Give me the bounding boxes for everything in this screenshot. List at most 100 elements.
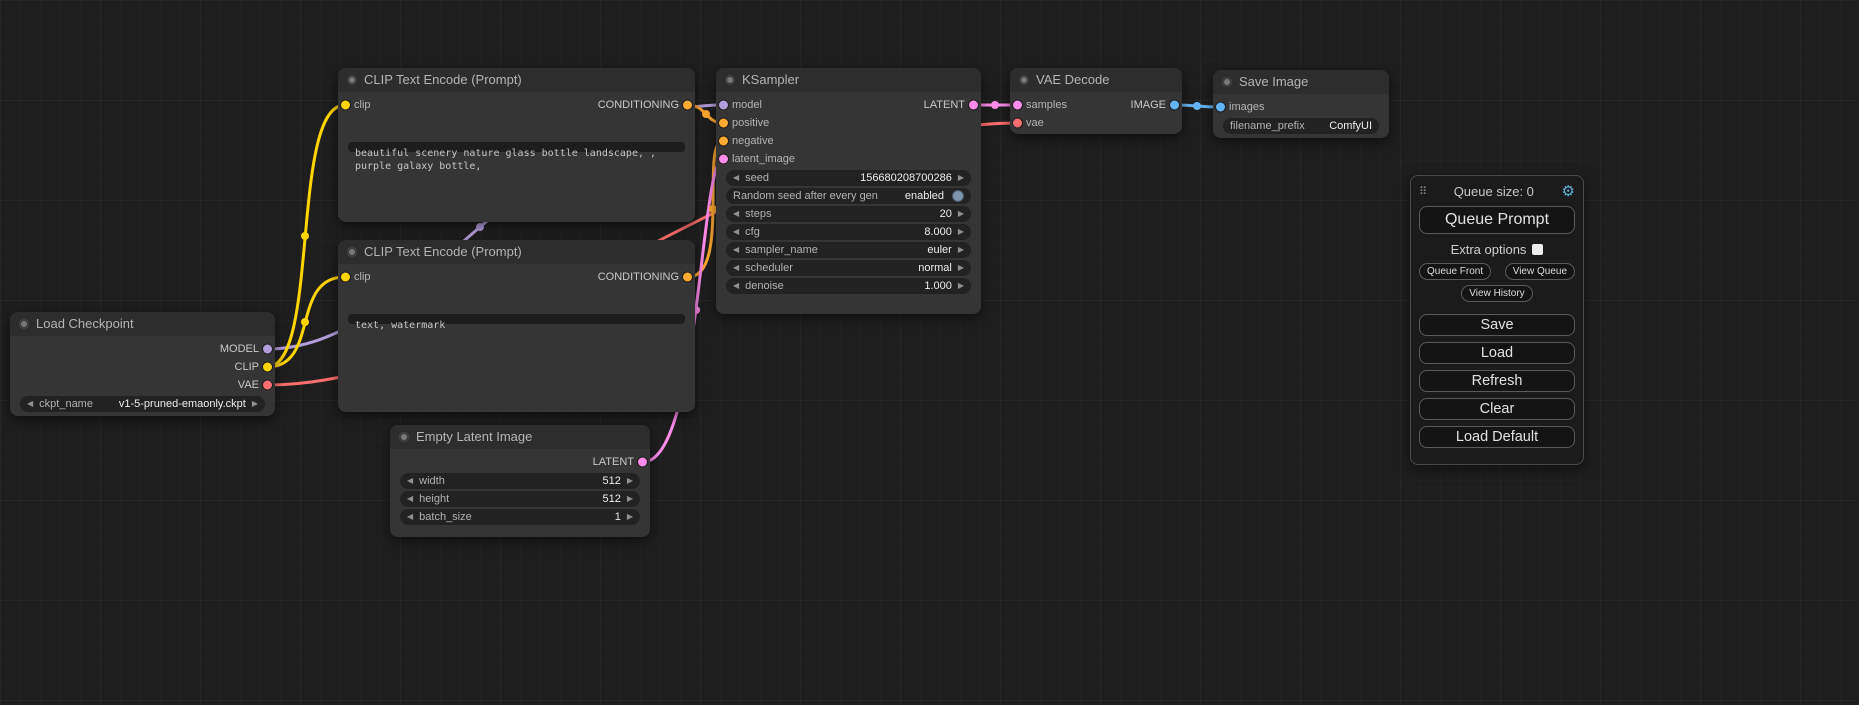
model-input-slot-icon[interactable] — [719, 101, 728, 110]
decrement-arrow-icon[interactable]: ◀ — [407, 491, 413, 507]
widget-denoise[interactable]: ◀ denoise 1.000 ▶ — [726, 278, 971, 294]
slot-label: vae — [1026, 114, 1044, 132]
drag-handle-icon[interactable]: ⠿ — [1419, 185, 1426, 198]
conditioning-input-slot-icon[interactable] — [719, 137, 728, 146]
load-button[interactable]: Load — [1419, 342, 1575, 364]
increment-arrow-icon[interactable]: ▶ — [958, 224, 964, 240]
widget-width[interactable]: ◀ width 512 ▶ — [400, 473, 640, 489]
queue-buttons-row: Queue Front View Queue — [1419, 263, 1575, 280]
vae-input-slot-icon[interactable] — [1013, 119, 1022, 128]
vae-output-slot-icon[interactable] — [263, 381, 272, 390]
collapse-dot-icon[interactable] — [347, 75, 357, 85]
decrement-arrow-icon[interactable]: ◀ — [407, 473, 413, 489]
increment-arrow-icon[interactable]: ▶ — [252, 396, 258, 412]
latent-output-slot-icon[interactable] — [638, 458, 647, 467]
slot-label: images — [1229, 98, 1264, 116]
node-graph-canvas[interactable]: Load Checkpoint MODEL CLIP VAE ◀ ckpt_na… — [0, 0, 1859, 705]
node-ksampler[interactable]: KSampler model LATENT positive negative … — [716, 68, 981, 314]
decrement-arrow-icon[interactable]: ◀ — [733, 206, 739, 222]
node-title-bar[interactable]: KSampler — [716, 68, 981, 92]
decrement-arrow-icon[interactable]: ◀ — [733, 242, 739, 258]
clip-output-slot-icon[interactable] — [263, 363, 272, 372]
decrement-arrow-icon[interactable]: ◀ — [733, 278, 739, 294]
extra-options-checkbox[interactable] — [1532, 244, 1543, 255]
conditioning-input-slot-icon[interactable] — [719, 119, 728, 128]
node-title-bar[interactable]: Empty Latent Image — [390, 425, 650, 449]
node-title-bar[interactable]: Save Image — [1213, 70, 1389, 94]
node-clip-text-encode-positive[interactable]: CLIP Text Encode (Prompt) clip CONDITION… — [338, 68, 695, 222]
increment-arrow-icon[interactable]: ▶ — [958, 278, 964, 294]
extra-options-row: Extra options — [1419, 242, 1575, 257]
collapse-dot-icon[interactable] — [1222, 77, 1232, 87]
decrement-arrow-icon[interactable]: ◀ — [733, 170, 739, 186]
widget-ckpt-name[interactable]: ◀ ckpt_name v1-5-pruned-emaonly.ckpt ▶ — [20, 396, 265, 412]
collapse-dot-icon[interactable] — [19, 319, 29, 329]
collapse-dot-icon[interactable] — [399, 432, 409, 442]
queue-front-button[interactable]: Queue Front — [1419, 263, 1491, 280]
settings-gear-icon[interactable]: ⚙ — [1562, 182, 1575, 200]
node-title-bar[interactable]: VAE Decode — [1010, 68, 1182, 92]
load-default-button[interactable]: Load Default — [1419, 426, 1575, 448]
widget-seed[interactable]: ◀ seed 156680208700286 ▶ — [726, 170, 971, 186]
link-midpoint-dot — [991, 101, 999, 109]
conditioning-output-slot-icon[interactable] — [683, 273, 692, 282]
increment-arrow-icon[interactable]: ▶ — [958, 260, 964, 276]
clip-input-slot-icon[interactable] — [341, 101, 350, 110]
increment-arrow-icon[interactable]: ▶ — [627, 473, 633, 489]
node-title-bar[interactable]: CLIP Text Encode (Prompt) — [338, 240, 695, 264]
node-title: Save Image — [1239, 74, 1308, 89]
image-input-slot-icon[interactable] — [1216, 103, 1225, 112]
node-vae-decode[interactable]: VAE Decode samples IMAGE vae — [1010, 68, 1182, 134]
toggle-knob-icon[interactable] — [952, 190, 964, 202]
node-title: Empty Latent Image — [416, 429, 532, 444]
widget-filename-prefix[interactable]: filename_prefix ComfyUI — [1223, 118, 1379, 134]
latent-output-slot-icon[interactable] — [969, 101, 978, 110]
node-empty-latent-image[interactable]: Empty Latent Image LATENT ◀ width 512 ▶ … — [390, 425, 650, 537]
increment-arrow-icon[interactable]: ▶ — [627, 509, 633, 525]
widget-steps[interactable]: ◀ steps 20 ▶ — [726, 206, 971, 222]
prompt-textarea[interactable]: beautiful scenery nature glass bottle la… — [348, 142, 685, 152]
node-load-checkpoint[interactable]: Load Checkpoint MODEL CLIP VAE ◀ ckpt_na… — [10, 312, 275, 416]
slot-row: model LATENT — [716, 96, 981, 114]
widget-cfg[interactable]: ◀ cfg 8.000 ▶ — [726, 224, 971, 240]
save-button[interactable]: Save — [1419, 314, 1575, 336]
collapse-dot-icon[interactable] — [725, 75, 735, 85]
widget-sampler-name[interactable]: ◀ sampler_name euler ▶ — [726, 242, 971, 258]
view-history-button[interactable]: View History — [1461, 285, 1532, 302]
latent-input-slot-icon[interactable] — [1013, 101, 1022, 110]
widget-height[interactable]: ◀ height 512 ▶ — [400, 491, 640, 507]
conditioning-output-slot-icon[interactable] — [683, 101, 692, 110]
slot-label: samples — [1026, 96, 1067, 114]
node-save-image[interactable]: Save Image images filename_prefix ComfyU… — [1213, 70, 1389, 138]
collapse-dot-icon[interactable] — [1019, 75, 1029, 85]
clear-button[interactable]: Clear — [1419, 398, 1575, 420]
decrement-arrow-icon[interactable]: ◀ — [407, 509, 413, 525]
refresh-button[interactable]: Refresh — [1419, 370, 1575, 392]
clip-input-slot-icon[interactable] — [341, 273, 350, 282]
widget-random-seed-toggle[interactable]: Random seed after every gen enabled — [726, 188, 971, 204]
widget-label: denoise — [745, 280, 784, 292]
node-title-bar[interactable]: CLIP Text Encode (Prompt) — [338, 68, 695, 92]
prompt-textarea[interactable]: text, watermark — [348, 314, 685, 324]
node-clip-text-encode-negative[interactable]: CLIP Text Encode (Prompt) clip CONDITION… — [338, 240, 695, 412]
queue-prompt-button[interactable]: Queue Prompt — [1419, 206, 1575, 234]
increment-arrow-icon[interactable]: ▶ — [958, 206, 964, 222]
collapse-dot-icon[interactable] — [347, 247, 357, 257]
link-midpoint-dot — [476, 223, 484, 231]
link-midpoint-dot — [301, 318, 309, 326]
widget-label: height — [419, 493, 449, 505]
increment-arrow-icon[interactable]: ▶ — [958, 170, 964, 186]
image-output-slot-icon[interactable] — [1170, 101, 1179, 110]
widget-batch-size[interactable]: ◀ batch_size 1 ▶ — [400, 509, 640, 525]
increment-arrow-icon[interactable]: ▶ — [627, 491, 633, 507]
widget-label: sampler_name — [745, 244, 818, 256]
decrement-arrow-icon[interactable]: ◀ — [27, 396, 33, 412]
increment-arrow-icon[interactable]: ▶ — [958, 242, 964, 258]
decrement-arrow-icon[interactable]: ◀ — [733, 224, 739, 240]
decrement-arrow-icon[interactable]: ◀ — [733, 260, 739, 276]
view-queue-button[interactable]: View Queue — [1505, 263, 1575, 280]
node-title-bar[interactable]: Load Checkpoint — [10, 312, 275, 336]
latent-input-slot-icon[interactable] — [719, 155, 728, 164]
model-output-slot-icon[interactable] — [263, 345, 272, 354]
widget-scheduler[interactable]: ◀ scheduler normal ▶ — [726, 260, 971, 276]
